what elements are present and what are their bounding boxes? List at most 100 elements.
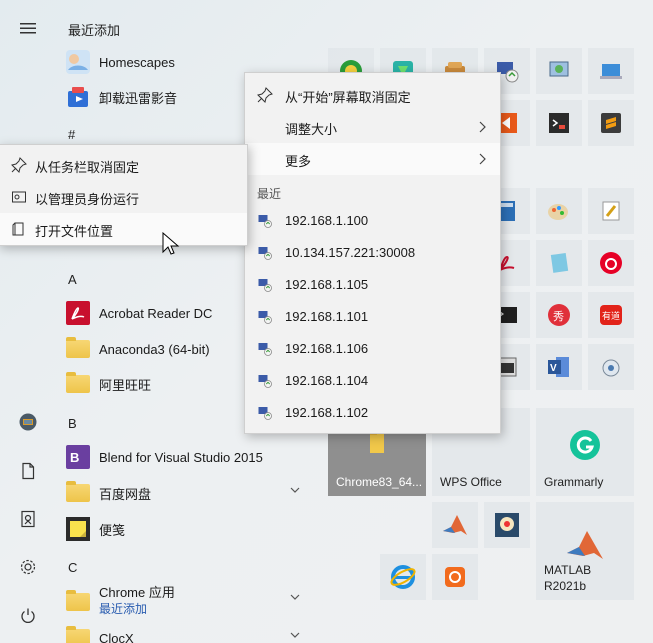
- youdao-icon: 有道: [600, 305, 622, 325]
- remote-desktop-icon: [258, 215, 272, 228]
- tile-app-6[interactable]: [588, 48, 634, 94]
- recently-added-badge: 最近添加: [99, 602, 148, 616]
- tile-sublime[interactable]: [588, 100, 634, 146]
- chevron-down-icon[interactable]: [290, 485, 300, 495]
- folder-icon: [66, 590, 90, 614]
- gear-icon: [20, 559, 36, 575]
- tile-xiu[interactable]: 秀: [536, 292, 582, 338]
- menu-item-label: 更多: [285, 154, 312, 169]
- recent-heading: 最近: [257, 187, 282, 201]
- folder-icon: [66, 481, 90, 505]
- chevron-down-icon[interactable]: [290, 592, 300, 602]
- recent-connection-label: 192.168.1.105: [285, 277, 369, 292]
- recent-connection-item[interactable]: 10.134.157.221:30008: [245, 237, 500, 269]
- app-label: 便笺: [99, 522, 126, 538]
- sublime-icon: [601, 113, 621, 133]
- chevron-down-icon[interactable]: [290, 630, 300, 640]
- file-location-icon: [12, 222, 24, 236]
- pictures-button[interactable]: [8, 499, 48, 539]
- recent-connection-item[interactable]: 192.168.1.102: [245, 397, 500, 429]
- recent-connection-item[interactable]: 192.168.1.101: [245, 301, 500, 333]
- documents-button[interactable]: [8, 451, 48, 491]
- app-icon: [602, 359, 620, 377]
- recent-connection-item[interactable]: 192.168.1.104: [245, 365, 500, 397]
- recent-connection-label: 192.168.1.104: [285, 373, 369, 388]
- app-chrome-apps[interactable]: Chrome 应用 最近添加: [64, 584, 314, 618]
- tile-label: Grammarly: [544, 475, 604, 489]
- svg-text:秀: 秀: [553, 310, 564, 323]
- app-label: 阿里旺旺: [99, 377, 152, 393]
- menu-item-resize[interactable]: 调整大小: [245, 111, 500, 143]
- remote-desktop-icon: [258, 279, 272, 292]
- tile-notes[interactable]: [536, 240, 582, 286]
- recent-connection-label: 192.168.1.106: [285, 341, 369, 356]
- taskbar-context-menu: 从任务栏取消固定 以管理员身份运行 打开文件位置: [0, 144, 248, 246]
- svg-text:B: B: [70, 450, 79, 465]
- menu-item-unpin-taskbar[interactable]: 从任务栏取消固定: [0, 149, 247, 181]
- tile-context-menu: 从“开始”屏幕取消固定 调整大小 更多 最近 192.168.1.100 10.1…: [244, 72, 501, 434]
- menu-item-label: 从“开始”屏幕取消固定: [285, 90, 411, 105]
- b-heading: B: [68, 416, 77, 431]
- tile-label: Chrome83_64...: [336, 475, 423, 489]
- menu-item-run-as-admin[interactable]: 以管理员身份运行: [0, 181, 247, 213]
- power-button[interactable]: [8, 596, 48, 636]
- folder-icon: [66, 337, 90, 361]
- settings-button[interactable]: [8, 547, 48, 587]
- user-avatar-button[interactable]: [8, 402, 48, 442]
- c-heading: C: [68, 560, 78, 575]
- xunlei-uninstall-icon: [66, 85, 90, 109]
- remote-desktop-icon: [258, 407, 272, 420]
- tile-netease-music[interactable]: [588, 240, 634, 286]
- menu-item-unpin-start[interactable]: 从“开始”屏幕取消固定: [245, 79, 500, 111]
- menu-item-more[interactable]: 更多: [245, 143, 500, 175]
- hash-heading: #: [68, 127, 76, 142]
- app-baidu-netdisk[interactable]: 百度网盘: [64, 477, 314, 509]
- tile-ie[interactable]: [380, 554, 426, 600]
- menu-item-label: 调整大小: [285, 122, 338, 137]
- tile-label-line2: R2021b: [544, 579, 587, 593]
- recent-connection-item[interactable]: 192.168.1.106: [245, 333, 500, 365]
- matlab-icon: [567, 531, 603, 560]
- folder-icon: [66, 372, 90, 396]
- blend-icon: B: [66, 445, 90, 469]
- recently-added-heading: 最近添加: [68, 23, 121, 38]
- tile-matlab[interactable]: MATLAB R2021b: [536, 502, 634, 600]
- document-icon: [22, 462, 35, 480]
- tile-paint[interactable]: [536, 188, 582, 234]
- tile-app-20[interactable]: [588, 344, 634, 390]
- tile-grammarly[interactable]: Grammarly: [536, 408, 634, 496]
- app-sticky-notes[interactable]: 便笺: [64, 513, 314, 545]
- app-icon: [495, 513, 519, 537]
- app-label: 百度网盘: [99, 486, 152, 502]
- internet-explorer-icon: [390, 565, 416, 589]
- tile-app-8[interactable]: [536, 100, 582, 146]
- remote-desktop-icon: [258, 311, 272, 324]
- app-clocx[interactable]: ClocX: [64, 622, 314, 643]
- tile-youdao[interactable]: 有道: [588, 292, 634, 338]
- paint-icon: [548, 204, 568, 220]
- tile-app-5[interactable]: [536, 48, 582, 94]
- tile-visio[interactable]: V: [536, 344, 582, 390]
- tile-label-line1: MATLAB: [544, 563, 592, 577]
- chevron-right-icon: [479, 121, 486, 133]
- menu-item-open-file-location[interactable]: 打开文件位置: [0, 213, 247, 245]
- app-label: Homescapes: [99, 54, 175, 70]
- unpin-icon: [257, 87, 273, 103]
- chevron-right-icon: [479, 153, 486, 165]
- tile-app-11[interactable]: [588, 188, 634, 234]
- remote-desktop-icon: [258, 247, 272, 260]
- remote-desktop-icon: [258, 375, 272, 388]
- app-blend-vs2015[interactable]: B Blend for Visual Studio 2015: [64, 441, 314, 473]
- tile-app-25[interactable]: [484, 502, 530, 548]
- pictures-icon: [21, 510, 35, 528]
- homescapes-icon: [66, 50, 90, 74]
- recent-connection-item[interactable]: 192.168.1.105: [245, 269, 500, 301]
- mouse-cursor-icon: [162, 232, 180, 255]
- computer-icon: [600, 64, 622, 79]
- tile-app-27[interactable]: [432, 554, 478, 600]
- notes-icon: [550, 252, 569, 273]
- hamburger-menu-button[interactable]: [8, 8, 48, 48]
- tile-matlab-small[interactable]: [432, 502, 478, 548]
- svg-text:V: V: [550, 363, 557, 374]
- recent-connection-item[interactable]: 192.168.1.100: [245, 205, 500, 237]
